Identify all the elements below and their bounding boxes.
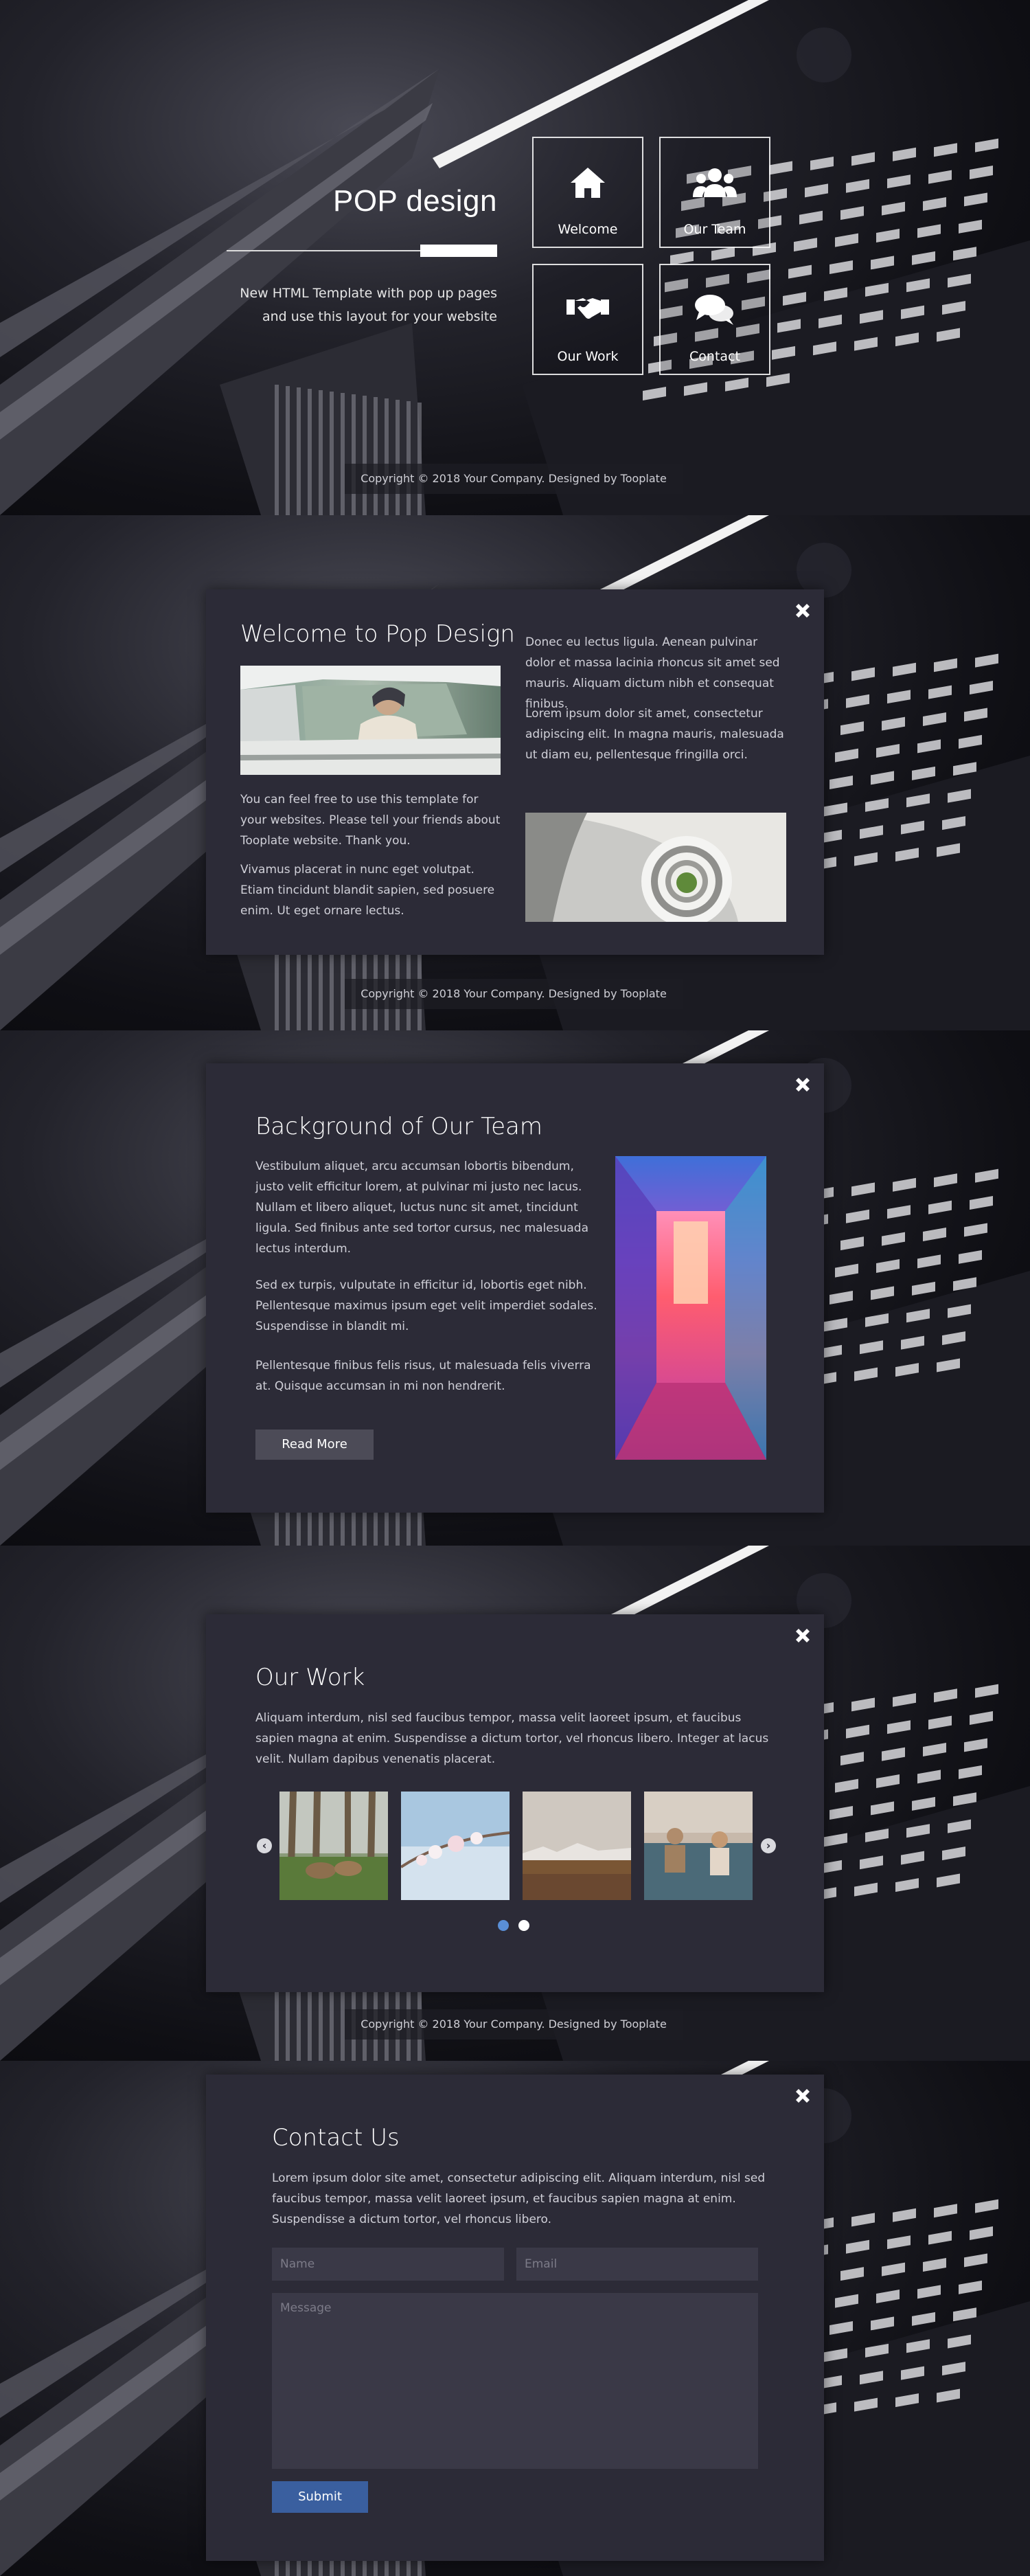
close-icon[interactable]: [792, 1625, 813, 1646]
tile-our-team[interactable]: Our Team: [659, 137, 770, 248]
tile-label: Our Work: [557, 349, 619, 364]
carousel-dot-1-active[interactable]: [498, 1920, 509, 1931]
tile-label: Contact: [689, 349, 740, 364]
welcome-right-paragraph-1: Donec eu lectus ligula. Aenean pulvinar …: [525, 635, 780, 711]
submit-button[interactable]: Submit: [272, 2481, 368, 2513]
hero-section: POP design New HTML Template with pop up…: [0, 0, 1030, 515]
handshake-icon: [534, 293, 642, 328]
site-title: POP design: [332, 184, 497, 218]
work-gallery: [279, 1792, 753, 1900]
work-paragraph: Aliquam interdum, nisl sed faucibus temp…: [255, 1711, 769, 1766]
image-woman-in-truck: [240, 666, 501, 775]
contact-paragraph: Lorem ipsum dolor site amet, consectetur…: [272, 2171, 766, 2226]
team-paragraph-2: Sed ex turpis, vulputate in efficitur id…: [255, 1278, 597, 1333]
welcome-left-paragraph-1: You can feel free to use this template f…: [240, 793, 501, 848]
footer-copyright: Copyright © 2018 Your Company. Designed …: [345, 979, 683, 1009]
home-icon: [534, 166, 642, 201]
tile-contact[interactable]: Contact: [659, 264, 770, 375]
email-field[interactable]: [516, 2248, 758, 2281]
footer-copyright: Copyright © 2018 Your Company. Designed …: [345, 464, 683, 494]
contact-section: Contact Us Lorem ipsum dolor site amet, …: [0, 2061, 1030, 2576]
users-icon: [661, 166, 769, 201]
subtitle-line-2: and use this layout for your website: [262, 309, 497, 324]
title-divider: [227, 250, 433, 251]
title-accent-bar: [420, 245, 497, 257]
tile-our-work[interactable]: Our Work: [532, 264, 643, 375]
image-neon-corridor: [615, 1156, 766, 1460]
background-image: [0, 0, 1030, 515]
gallery-thumb-landscape[interactable]: [523, 1792, 631, 1900]
subtitle-line-1: New HTML Template with pop up pages: [240, 286, 497, 301]
modal-title: Contact Us: [272, 2124, 400, 2151]
gallery-thumb-blossom[interactable]: [400, 1792, 510, 1900]
gallery-thumb-deer[interactable]: [279, 1792, 388, 1900]
footer-copyright: Copyright © 2018 Your Company. Designed …: [345, 2009, 683, 2040]
modal-title: Our Work: [255, 1664, 365, 1691]
close-icon[interactable]: [792, 600, 813, 621]
contact-modal: Contact Us Lorem ipsum dolor site amet, …: [206, 2075, 824, 2561]
name-field[interactable]: [272, 2248, 504, 2281]
message-field[interactable]: [272, 2293, 758, 2469]
welcome-right-paragraph-2: Lorem ipsum dolor sit amet, consectetur …: [525, 707, 784, 762]
tile-label: Welcome: [558, 222, 618, 237]
carousel-prev-arrow[interactable]: ‹: [257, 1838, 272, 1853]
team-modal: Background of Our Team Vestibulum alique…: [206, 1063, 824, 1513]
hero-subtitle: New HTML Template with pop up pages and …: [209, 282, 497, 328]
tile-welcome[interactable]: Welcome: [532, 137, 643, 248]
image-spiral-staircase: [525, 813, 786, 927]
team-paragraph-1: Vestibulum aliquet, arcu accumsan lobort…: [255, 1160, 588, 1256]
tile-label: Our Team: [683, 222, 746, 237]
work-section: Copyright © 2018 Your Company. Designed …: [0, 1546, 1030, 2061]
welcome-modal: Welcome to Pop Design You can feel free …: [206, 589, 824, 955]
welcome-section: Copyright © 2018 Your Company. Designed …: [0, 515, 1030, 1030]
team-section: Background of Our Team Vestibulum alique…: [0, 1030, 1030, 1546]
close-icon[interactable]: [792, 1074, 813, 1095]
modal-title: Welcome to Pop Design: [240, 620, 515, 648]
close-icon[interactable]: [792, 2086, 813, 2106]
welcome-left-paragraph-2: Vivamus placerat in nunc eget volutpat. …: [240, 863, 495, 918]
team-paragraph-3: Pellentesque finibus felis risus, ut mal…: [255, 1359, 591, 1393]
comments-icon: [661, 293, 769, 328]
modal-title: Background of Our Team: [255, 1113, 542, 1140]
carousel-next-arrow[interactable]: ›: [761, 1838, 776, 1853]
read-more-button[interactable]: Read More: [255, 1430, 374, 1460]
carousel-dot-2[interactable]: [518, 1920, 529, 1931]
gallery-thumb-people[interactable]: [644, 1792, 753, 1900]
work-modal: Our Work Aliquam interdum, nisl sed fauc…: [206, 1614, 824, 1992]
